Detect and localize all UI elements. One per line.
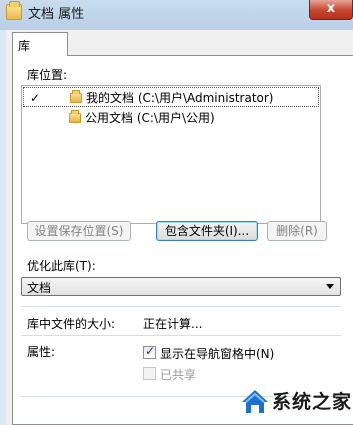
divider <box>21 335 341 336</box>
chevron-down-icon <box>326 284 334 289</box>
attributes-label: 属性: <box>27 345 56 359</box>
set-save-location-button[interactable]: 设置保存位置(S) <box>27 221 131 241</box>
location-label: 我的文档 (C:\用户\Administrator) <box>86 91 274 105</box>
check-mark-icon: ✓ <box>30 91 41 105</box>
location-label: 公用文档 (C:\用户\公用) <box>85 111 215 125</box>
close-button[interactable]: x <box>309 0 353 20</box>
library-locations-list[interactable]: ✓ 我的文档 (C:\用户\Administrator) 公用文档 (C:\用户… <box>21 85 321 224</box>
divider <box>21 306 341 307</box>
optimize-library-value: 文档 <box>27 281 52 295</box>
window-title: 文档 属性 <box>28 7 85 22</box>
tab-library[interactable]: 库 <box>12 32 68 56</box>
folder-icon <box>6 1 22 20</box>
watermark: 系统之家 <box>240 381 353 425</box>
remove-button[interactable]: 删除(R) <box>267 221 327 241</box>
title-bar: 文档 属性 x <box>0 0 353 30</box>
library-size-value: 正在计算... <box>143 317 203 331</box>
optimize-library-label: 优化此库(T): <box>27 259 96 273</box>
show-in-nav-label[interactable]: 显示在导航窗格中(N) <box>160 345 274 362</box>
system-home-logo-icon <box>242 390 268 413</box>
shared-checkbox[interactable] <box>143 367 156 380</box>
folder-icon <box>69 110 81 123</box>
watermark-text: 系统之家 <box>272 391 353 413</box>
list-item[interactable]: 公用文档 (C:\用户\公用) <box>23 108 319 128</box>
library-locations-label: 库位置: <box>27 68 68 82</box>
list-item[interactable]: ✓ 我的文档 (C:\用户\Administrator) <box>23 87 319 107</box>
optimize-library-select[interactable]: 文档 <box>21 277 341 296</box>
shared-label: 已共享 <box>160 368 197 382</box>
show-in-nav-checkbox[interactable] <box>143 344 156 359</box>
include-folder-button[interactable]: 包含文件夹(I)... <box>156 221 258 241</box>
library-size-label: 库中文件的大小: <box>27 317 116 331</box>
folder-icon <box>70 90 82 103</box>
